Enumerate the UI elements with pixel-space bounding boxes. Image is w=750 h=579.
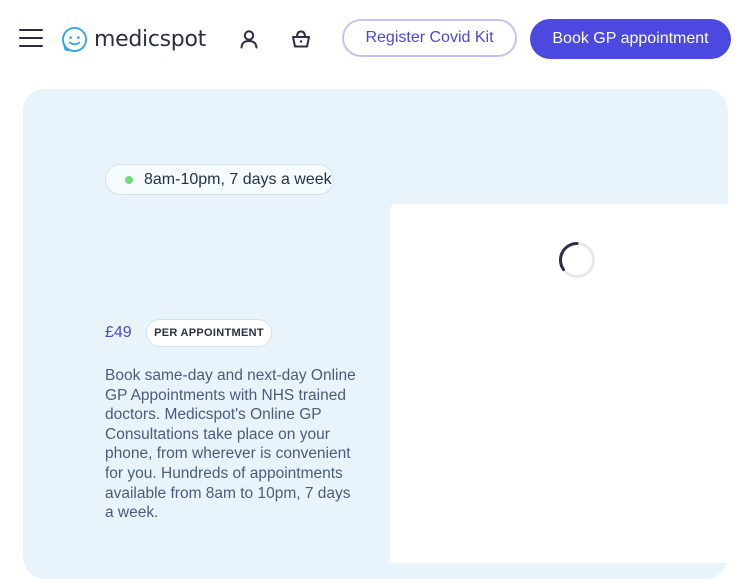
service-description: Book same-day and next-day Online GP App… — [105, 367, 356, 522]
site-header: medicspot Register Covid Kit Book GP app… — [0, 0, 750, 78]
register-covid-kit-button[interactable]: Register Covid Kit — [342, 19, 517, 57]
basket-icon[interactable] — [290, 28, 312, 50]
opening-hours-badge: 8am-10pm, 7 days a week — [105, 164, 334, 195]
logo-icon — [61, 26, 88, 52]
booking-widget-panel — [390, 204, 750, 563]
price: £49 — [105, 324, 132, 341]
book-gp-appointment-button[interactable]: Book GP appointment — [530, 19, 731, 59]
status-dot-icon — [125, 175, 133, 184]
menu-icon[interactable] — [19, 28, 43, 48]
account-icon[interactable] — [238, 28, 260, 50]
brand-logo[interactable]: medicspot — [61, 24, 206, 54]
price-unit-badge: PER APPOINTMENT — [146, 319, 272, 347]
brand-name: medicspot — [94, 26, 206, 52]
opening-hours-text: 8am-10pm, 7 days a week — [144, 170, 332, 188]
loading-spinner-icon — [558, 242, 595, 278]
